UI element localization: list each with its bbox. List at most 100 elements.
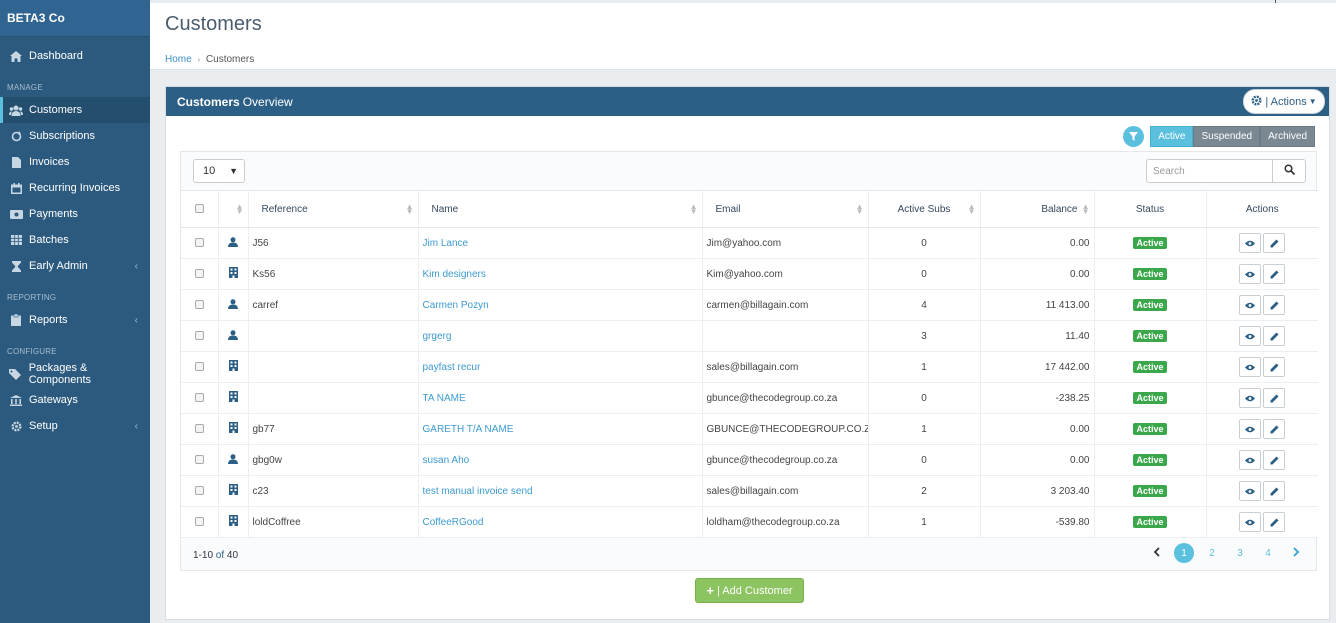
sidebar-item-early-admin[interactable]: Early Admin ‹ <box>0 253 150 279</box>
active-subs-column-header[interactable]: Active Subs ▲ ▼ <box>868 190 981 228</box>
table-row[interactable]: carref Carmen Pozyn carmen@billagain.com 4 1… <box>181 289 1318 321</box>
sidebar-item-customers[interactable]: Customers <box>0 97 150 123</box>
edit-button[interactable] <box>1263 388 1286 408</box>
page-2-button[interactable]: 2 <box>1202 543 1222 563</box>
select-all-checkbox[interactable] <box>194 204 204 214</box>
breadcrumb-home[interactable]: Home <box>165 54 192 65</box>
search-button[interactable] <box>1272 159 1306 183</box>
edit-button[interactable] <box>1263 326 1286 346</box>
table-row[interactable]: loldCoffree CoffeeRGood loldham@thecodegro… <box>181 506 1318 538</box>
customer-name-link[interactable]: Kim designers <box>423 269 486 280</box>
eye-icon <box>1245 364 1256 371</box>
view-button[interactable] <box>1239 264 1262 284</box>
edit-button[interactable] <box>1263 233 1286 253</box>
active-subs-cell: 4 <box>868 289 981 321</box>
sidebar-item-reports[interactable]: Reports ‹ <box>0 307 150 333</box>
table-row[interactable]: J56 Jim Lance Jim@yahoo.com 0 0.00 Active <box>181 227 1318 259</box>
record-count: 1-10 of 40 <box>193 550 238 561</box>
sidebar-item-dashboard[interactable]: Dashboard <box>0 43 150 69</box>
prev-page-button[interactable] <box>1146 543 1166 563</box>
table-row[interactable]: c23 test manual invoice send sales@billaga… <box>181 475 1318 507</box>
customer-name-link[interactable]: test manual invoice send <box>423 486 533 497</box>
edit-button[interactable] <box>1263 264 1286 284</box>
row-checkbox[interactable] <box>194 238 204 248</box>
table-row[interactable]: gbg0w susan Aho gbunce@thecodegroup.co.za 0… <box>181 444 1318 476</box>
active-subs-cell: 1 <box>868 413 981 445</box>
sidebar-item-batches[interactable]: Batches <box>0 227 150 253</box>
edit-button[interactable] <box>1263 419 1286 439</box>
sidebar-item-gateways[interactable]: Gateways <box>0 387 150 413</box>
eye-icon <box>1245 271 1256 278</box>
customer-name-link[interactable]: GARETH T/A NAME <box>423 424 514 435</box>
row-checkbox[interactable] <box>194 455 204 465</box>
active-subs-cell: 0 <box>868 258 981 290</box>
view-button[interactable] <box>1239 388 1262 408</box>
customer-name-link[interactable]: grgerg <box>423 331 452 342</box>
filter-archived-button[interactable]: Archived <box>1260 126 1315 147</box>
customer-name-link[interactable]: Carmen Pozyn <box>423 300 489 311</box>
page-3-button[interactable]: 3 <box>1230 543 1250 563</box>
row-checkbox[interactable] <box>194 393 204 403</box>
customer-name-link[interactable]: CoffeeRGood <box>423 517 484 528</box>
table-row[interactable]: grgerg 3 11.40 Active <box>181 320 1318 352</box>
type-column-header[interactable]: ▲ ▼ <box>218 190 249 228</box>
customer-name-link[interactable]: TA NAME <box>423 393 466 404</box>
edit-button[interactable] <box>1263 512 1286 532</box>
view-button[interactable] <box>1239 512 1262 532</box>
row-checkbox[interactable] <box>194 424 204 434</box>
view-button[interactable] <box>1239 326 1262 346</box>
customer-name-link[interactable]: susan Aho <box>423 455 470 466</box>
page-4-button[interactable]: 4 <box>1258 543 1278 563</box>
sidebar-item-payments[interactable]: Payments <box>0 201 150 227</box>
edit-button[interactable] <box>1263 295 1286 315</box>
next-page-button[interactable] <box>1286 543 1306 563</box>
search-input[interactable] <box>1146 159 1273 183</box>
row-actions-cell <box>1206 413 1318 445</box>
money-icon <box>9 209 23 219</box>
sidebar-item-packages[interactable]: Packages & Components <box>0 361 150 387</box>
brand-name[interactable]: BETA3 Co <box>0 0 150 37</box>
page-size-select[interactable]: 10 ▼ <box>193 159 245 183</box>
sidebar-item-subscriptions[interactable]: Subscriptions <box>0 123 150 149</box>
view-button[interactable] <box>1239 233 1262 253</box>
table-row[interactable]: gb77 GARETH T/A NAME GBUNCE@THECODEGROUP.C… <box>181 413 1318 445</box>
view-button[interactable] <box>1239 450 1262 470</box>
column-label: Balance <box>1041 203 1078 215</box>
row-checkbox[interactable] <box>194 300 204 310</box>
status-cell: Active <box>1094 475 1207 507</box>
name-cell: Carmen Pozyn <box>418 289 703 321</box>
edit-button[interactable] <box>1263 481 1286 501</box>
row-checkbox[interactable] <box>194 269 204 279</box>
reference-column-header[interactable]: Reference ▲ ▼ <box>248 190 419 228</box>
row-checkbox[interactable] <box>194 362 204 372</box>
actions-dropdown-button[interactable]: | Actions ▼ <box>1243 89 1325 114</box>
balance-cell: 11.40 <box>980 320 1095 352</box>
row-checkbox[interactable] <box>194 331 204 341</box>
table-row[interactable]: Ks56 Kim designers Kim@yahoo.com 0 0.00 Activ… <box>181 258 1318 290</box>
page-1-button[interactable]: 1 <box>1174 543 1194 563</box>
table-row[interactable]: TA NAME gbunce@thecodegroup.co.za 0 -238.25… <box>181 382 1318 414</box>
filter-active-button[interactable]: Active <box>1150 126 1194 147</box>
row-checkbox[interactable] <box>194 486 204 496</box>
balance-column-header[interactable]: Balance ▲ ▼ <box>980 190 1095 228</box>
sidebar-item-invoices[interactable]: Invoices <box>0 149 150 175</box>
name-column-header[interactable]: Name ▲ ▼ <box>418 190 703 228</box>
filter-suspended-button[interactable]: Suspended <box>1193 126 1261 147</box>
view-button[interactable] <box>1239 295 1262 315</box>
customer-name-link[interactable]: Jim Lance <box>423 238 469 249</box>
edit-button[interactable] <box>1263 357 1286 377</box>
filter-icon[interactable] <box>1123 126 1145 147</box>
sidebar-item-setup[interactable]: Setup ‹ <box>0 413 150 439</box>
customer-type-cell <box>218 320 249 352</box>
building-icon <box>228 484 238 495</box>
customer-name-link[interactable]: payfast recur <box>423 362 481 373</box>
email-column-header[interactable]: Email ▲ ▼ <box>702 190 869 228</box>
view-button[interactable] <box>1239 357 1262 377</box>
row-checkbox[interactable] <box>194 517 204 527</box>
add-customer-button[interactable]: + | Add Customer <box>695 578 804 603</box>
edit-button[interactable] <box>1263 450 1286 470</box>
sidebar-item-recurring-invoices[interactable]: Recurring Invoices <box>0 175 150 201</box>
view-button[interactable] <box>1239 481 1262 501</box>
view-button[interactable] <box>1239 419 1262 439</box>
table-row[interactable]: payfast recur sales@billagain.com 1 17 442.… <box>181 351 1318 383</box>
